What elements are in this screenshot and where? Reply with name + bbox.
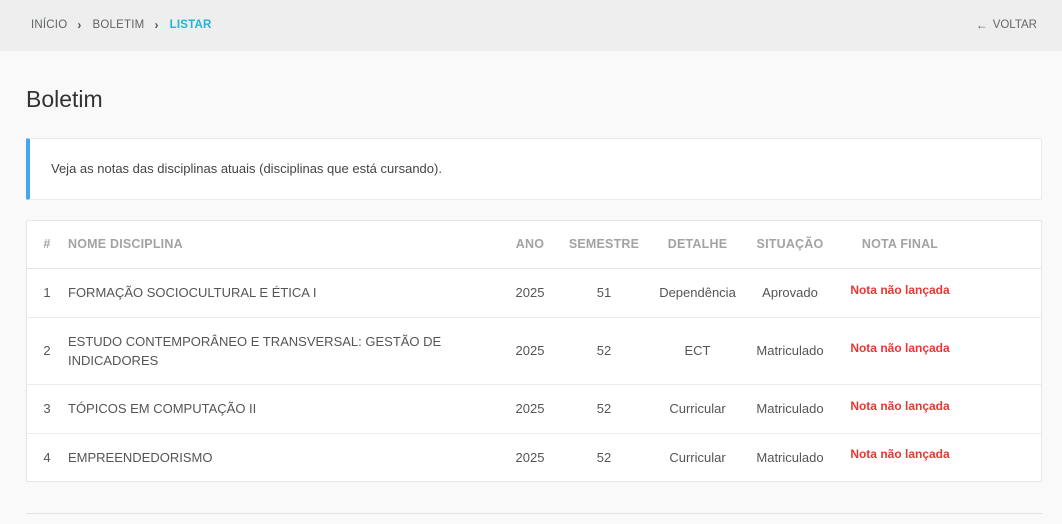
col-header-semestre: SEMESTRE — [558, 221, 650, 269]
arrow-left-icon: ← — [975, 18, 988, 32]
cell-detalhe: ECT — [650, 317, 745, 385]
top-bar: INÍCIO › BOLETIM › LISTAR ← VOLTAR — [0, 0, 1062, 51]
col-header-nota-final: NOTA FINAL — [835, 221, 965, 269]
breadcrumb: INÍCIO › BOLETIM › LISTAR — [31, 18, 212, 32]
cell-situacao: Aprovado — [745, 268, 835, 318]
breadcrumb-listar: LISTAR — [169, 19, 212, 31]
cell-nota-final: Nota não lançada — [835, 268, 965, 318]
nota-status: Nota não lançada — [850, 340, 950, 355]
table-row: 3 TÓPICOS EM COMPUTAÇÃO II 2025 52 Curri… — [27, 384, 1041, 434]
page-title: Boletim — [26, 86, 103, 112]
back-button[interactable]: ← VOLTAR — [976, 18, 1037, 32]
cell-situacao: Matriculado — [756, 449, 824, 465]
breadcrumb-inicio[interactable]: INÍCIO — [31, 19, 67, 31]
table-row: 1 FORMAÇÃO SOCIOCULTURAL E ÉTICA I 2025 … — [27, 268, 1041, 318]
col-header-spacer — [965, 221, 1041, 269]
cell-nome: ESTUDO CONTEMPORÂNEO E TRANSVERSAL: GEST… — [67, 317, 502, 385]
col-header-ano: ANO — [502, 221, 558, 269]
chevron-right-icon: › — [154, 18, 159, 32]
cell-spacer — [965, 384, 1041, 434]
cell-number: 2 — [27, 317, 67, 385]
cell-situacao: Matriculado — [745, 317, 835, 385]
table-header-row: # NOME DISCIPLINA ANO SEMESTRE DETALHE S… — [27, 221, 1041, 269]
cell-nome: TÓPICOS EM COMPUTAÇÃO II — [67, 384, 502, 434]
table-row: 2 ESTUDO CONTEMPORÂNEO E TRANSVERSAL: GE… — [27, 317, 1041, 385]
cell-spacer — [965, 268, 1041, 318]
info-alert: Veja as notas das disciplinas atuais (di… — [26, 138, 1042, 200]
cell-detalhe: Curricular — [669, 449, 726, 465]
cell-nome: EMPREENDEDORISMO — [68, 449, 213, 465]
nota-status: Nota não lançada — [850, 398, 950, 413]
cell-ano: 2025 — [502, 317, 558, 385]
grades-table-card: # NOME DISCIPLINA ANO SEMESTRE DETALHE S… — [26, 220, 1042, 482]
col-header-number: # — [27, 221, 67, 269]
back-button-label: VOLTAR — [992, 19, 1037, 31]
grades-table: # NOME DISCIPLINA ANO SEMESTRE DETALHE S… — [27, 221, 1041, 481]
table-row: 4 EMPREENDEDORISMO 2025 52 Curricular Ma… — [27, 433, 1041, 481]
cell-spacer — [965, 433, 1041, 481]
cell-nome: FORMAÇÃO SOCIOCULTURAL E ÉTICA I — [67, 268, 502, 318]
col-header-situacao: SITUAÇÃO — [745, 221, 835, 269]
footer-divider — [26, 513, 1042, 514]
cell-semestre: 52 — [558, 317, 650, 385]
cell-detalhe: Curricular — [650, 384, 745, 434]
cell-ano: 2025 — [502, 384, 558, 434]
breadcrumb-boletim[interactable]: BOLETIM — [93, 19, 145, 31]
cell-number: 4 — [43, 449, 51, 465]
cell-spacer — [965, 317, 1041, 385]
info-message: Veja as notas das disciplinas atuais (di… — [51, 161, 442, 176]
cell-detalhe: Dependência — [650, 268, 745, 318]
cell-ano: 2025 — [502, 268, 558, 318]
cell-number: 3 — [27, 384, 67, 434]
nota-status: Nota não lançada — [850, 282, 950, 297]
col-header-nome: NOME DISCIPLINA — [67, 221, 502, 269]
chevron-right-icon: › — [77, 18, 82, 32]
cell-nota-final: Nota não lançada — [835, 317, 965, 385]
col-header-detalhe: DETALHE — [650, 221, 745, 269]
cell-situacao: Matriculado — [745, 384, 835, 434]
cell-nota-final: Nota não lançada — [835, 433, 965, 481]
cell-semestre: 52 — [558, 384, 650, 434]
cell-semestre: 52 — [596, 449, 612, 465]
cell-number: 1 — [27, 268, 67, 318]
cell-semestre: 51 — [558, 268, 650, 318]
cell-nota-final: Nota não lançada — [835, 384, 965, 434]
cell-ano: 2025 — [515, 449, 545, 465]
nota-status: Nota não lançada — [850, 447, 950, 462]
